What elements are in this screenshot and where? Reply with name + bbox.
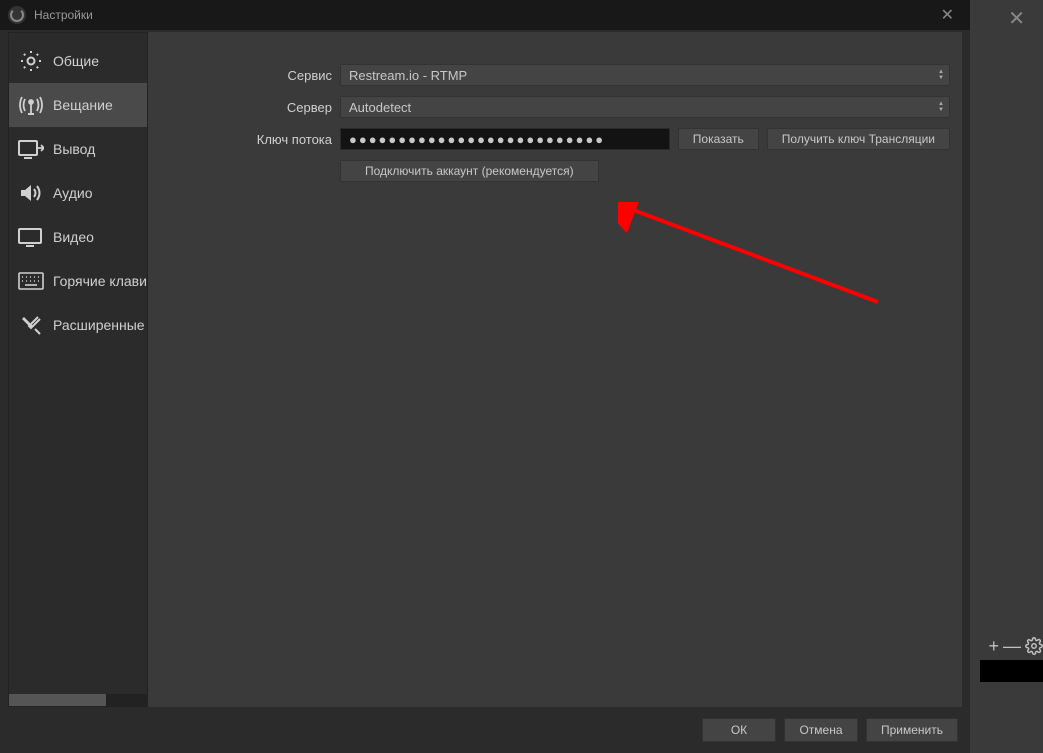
get-key-button[interactable]: Получить ключ Трансляции — [767, 128, 950, 150]
apply-button[interactable]: Применить — [866, 718, 958, 742]
sidebar-item-video[interactable]: Видео — [9, 215, 147, 259]
connect-account-button[interactable]: Подключить аккаунт (рекомендуется) — [340, 160, 599, 182]
sidebar-item-label: Вещание — [53, 97, 113, 113]
titlebar: Настройки ✕ — [0, 0, 970, 30]
sidebar-item-advanced[interactable]: Расширенные — [9, 303, 147, 347]
sidebar-item-audio[interactable]: Аудио — [9, 171, 147, 215]
obs-logo-icon — [8, 6, 26, 24]
close-button[interactable]: ✕ — [933, 1, 962, 29]
sidebar-item-label: Видео — [53, 229, 94, 245]
background-strip — [980, 660, 1043, 682]
sidebar-scrollbar[interactable] — [9, 694, 147, 706]
cancel-button[interactable]: Отмена — [784, 718, 858, 742]
service-label: Сервис — [160, 68, 340, 83]
tools-icon — [17, 313, 45, 337]
video-icon — [17, 225, 45, 249]
window-title: Настройки — [34, 8, 93, 22]
content-panel: Сервис Restream.io - RTMP ▲▼ Сервер Auto… — [148, 32, 962, 707]
streamkey-masked: ●●●●●●●●●●●●●●●●●●●●●●●●●● — [349, 132, 605, 147]
broadcast-icon — [17, 93, 45, 117]
service-value: Restream.io - RTMP — [349, 68, 467, 83]
server-label: Сервер — [160, 100, 340, 115]
sidebar-item-general[interactable]: Общие — [9, 39, 147, 83]
minus-icon: — — [1003, 637, 1021, 655]
show-key-button[interactable]: Показать — [678, 128, 759, 150]
server-value: Autodetect — [349, 100, 411, 115]
audio-icon — [17, 181, 45, 205]
sidebar-item-label: Горячие клавиши — [53, 273, 148, 289]
sidebar-item-label: Вывод — [53, 141, 95, 157]
background-toolbar: + — — [975, 636, 1043, 656]
sidebar-item-output[interactable]: Вывод — [9, 127, 147, 171]
spinner-icon: ▲▼ — [933, 97, 949, 117]
sidebar: Общие Вещание Вывод Аудио — [8, 32, 148, 707]
spinner-icon: ▲▼ — [933, 65, 949, 85]
plus-icon: + — [988, 637, 999, 655]
sidebar-item-label: Аудио — [53, 185, 93, 201]
ok-button[interactable]: ОК — [702, 718, 776, 742]
dialog-footer: ОК Отмена Применить — [0, 707, 970, 753]
service-select[interactable]: Restream.io - RTMP ▲▼ — [340, 64, 950, 86]
dialog-body: Общие Вещание Вывод Аудио — [8, 32, 962, 707]
streamkey-input[interactable]: ●●●●●●●●●●●●●●●●●●●●●●●●●● — [340, 128, 670, 150]
sidebar-item-label: Расширенные — [53, 317, 145, 333]
gear-icon — [17, 49, 45, 73]
background-close-icon: ✕ — [1008, 6, 1025, 31]
gear-icon — [1025, 637, 1043, 655]
keyboard-icon — [17, 269, 45, 293]
output-icon — [17, 137, 45, 161]
settings-dialog: Настройки ✕ Общие Вещание Вывод — [0, 0, 970, 753]
sidebar-item-hotkeys[interactable]: Горячие клавиши — [9, 259, 147, 303]
sidebar-item-stream[interactable]: Вещание — [9, 83, 147, 127]
sidebar-item-label: Общие — [53, 53, 99, 69]
server-select[interactable]: Autodetect ▲▼ — [340, 96, 950, 118]
streamkey-label: Ключ потока — [160, 132, 340, 147]
annotation-arrow-icon — [618, 202, 898, 322]
